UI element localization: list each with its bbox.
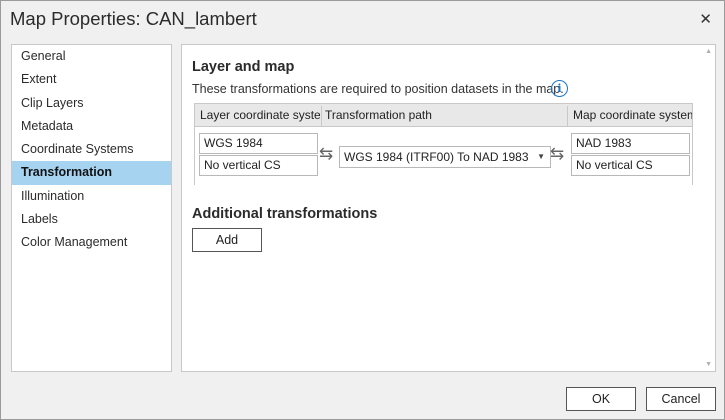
- scroll-down-icon[interactable]: ▼: [705, 361, 712, 368]
- sidebar-item-labels[interactable]: Labels: [12, 208, 171, 231]
- add-button[interactable]: Add: [192, 228, 262, 252]
- header-divider[interactable]: [321, 106, 322, 126]
- section-description: These transformations are required to po…: [192, 82, 564, 96]
- info-icon[interactable]: i: [551, 80, 568, 97]
- dialog-title: Map Properties: CAN_lambert: [10, 8, 257, 29]
- sidebar-item-transformation[interactable]: Transformation: [12, 161, 171, 185]
- sidebar-item-color-management[interactable]: Color Management: [12, 231, 171, 254]
- ok-button[interactable]: OK: [566, 387, 636, 411]
- sidebar-nav: General Extent Clip Layers Metadata Coor…: [11, 44, 172, 372]
- transformation-path-value: WGS 1984 (ITRF00) To NAD 1983: [344, 150, 529, 164]
- swap-arrows-icon: ⇆: [319, 144, 334, 163]
- scroll-up-icon[interactable]: ▲: [705, 48, 712, 55]
- section-title-layer-and-map: Layer and map: [192, 59, 295, 75]
- header-layer-coordinate-system: Layer coordinate system: [200, 108, 320, 122]
- section-title-additional-transformations: Additional transformations: [192, 206, 378, 222]
- map-vertical-cs-field[interactable]: No vertical CS: [571, 155, 690, 176]
- sidebar-item-extent[interactable]: Extent: [12, 68, 171, 91]
- layer-vertical-cs-field[interactable]: No vertical CS: [199, 155, 318, 176]
- header-transformation-path: Transformation path: [325, 108, 432, 122]
- grid-row: WGS 1984 No vertical CS ⇆ WGS 1984 (ITRF…: [195, 126, 692, 185]
- chevron-down-icon: ▼: [537, 152, 545, 161]
- layer-horizontal-cs-field[interactable]: WGS 1984: [199, 133, 318, 154]
- header-map-coordinate-system: Map coordinate system: [573, 108, 692, 122]
- header-divider[interactable]: [567, 106, 568, 126]
- sidebar-item-general[interactable]: General: [12, 45, 171, 68]
- transformation-grid: Layer coordinate system Transformation p…: [194, 103, 693, 185]
- swap-arrows-icon: ⇆: [550, 144, 565, 163]
- sidebar-item-coordinate-systems[interactable]: Coordinate Systems: [12, 138, 171, 161]
- close-icon[interactable]: ✕: [699, 10, 712, 28]
- map-horizontal-cs-field[interactable]: NAD 1983: [571, 133, 690, 154]
- cancel-button[interactable]: Cancel: [646, 387, 716, 411]
- sidebar-item-clip-layers[interactable]: Clip Layers: [12, 92, 171, 115]
- content-panel: ▲ ▼ Layer and map These transformations …: [181, 44, 716, 372]
- sidebar-item-metadata[interactable]: Metadata: [12, 115, 171, 138]
- transformation-path-select[interactable]: WGS 1984 (ITRF00) To NAD 1983 ▼: [339, 146, 551, 168]
- title-bar: Map Properties: CAN_lambert ✕: [1, 1, 724, 39]
- sidebar-item-illumination[interactable]: Illumination: [12, 185, 171, 208]
- map-properties-dialog: Map Properties: CAN_lambert ✕ General Ex…: [0, 0, 725, 420]
